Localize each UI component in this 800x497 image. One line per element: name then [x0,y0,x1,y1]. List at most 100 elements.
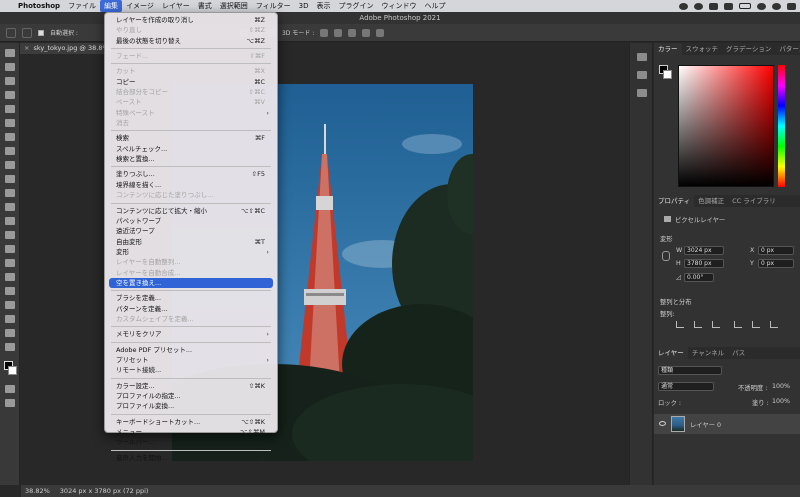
menu-item[interactable]: 検索 ⌘F [105,133,277,143]
blur-tool-icon[interactable] [5,231,15,239]
menubar-item[interactable]: プラグイン [334,0,377,12]
menubar-item[interactable]: ファイル [64,0,100,12]
paragraph-panel-icon[interactable] [637,89,647,97]
menu-item[interactable]: 遠近法ワープ [105,226,277,236]
clone-stamp-tool-icon[interactable] [5,175,15,183]
character-panel-icon[interactable] [637,71,647,79]
panel-tab[interactable]: パターン [775,43,800,55]
scale-3d-icon[interactable] [376,28,385,37]
menu-item[interactable]: スペルチェック... [105,144,277,154]
battery-icon[interactable] [739,3,751,9]
eyedropper-tool-icon[interactable] [5,133,15,141]
color-swatches[interactable] [4,361,17,379]
lasso-tool-icon[interactable] [5,77,15,85]
brush-tool-icon[interactable] [5,161,15,169]
zoom-tool-icon[interactable] [5,329,15,337]
drag-3d-icon[interactable] [348,28,357,37]
align-top-edges-icon[interactable] [734,321,742,328]
menu-item[interactable]: プロファイルの指定... [105,391,277,401]
frame-tool-icon[interactable] [5,119,15,127]
screen-mode-icon[interactable] [5,399,15,407]
menu-item[interactable]: メモリをクリア › [105,329,277,339]
menu-item[interactable]: パターンを定義... [105,304,277,314]
menu-item[interactable]: 自由変形 ⌘T [105,237,277,247]
music-icon[interactable] [724,2,733,10]
panel-tab[interactable]: レイヤー [654,347,688,359]
rectangle-tool-icon[interactable] [5,301,15,309]
object-select-tool-icon[interactable] [5,91,15,99]
panel-tab[interactable]: スウォッチ [682,43,723,55]
pen-tool-icon[interactable] [5,259,15,267]
hand-tool-icon[interactable] [5,315,15,323]
menubar-item[interactable]: イメージ [122,0,158,12]
align-left-edges-icon[interactable] [676,321,684,328]
auto-select-checkbox[interactable] [38,29,44,36]
visibility-eye-icon[interactable] [659,421,666,426]
panel-background-swatch[interactable] [663,70,672,79]
fill-value[interactable]: 100% [772,398,790,405]
menubar-item[interactable]: 3D [295,0,313,12]
menu-item[interactable]: リモート接続... [105,365,277,375]
menu-item[interactable]: ブラシを定義... [105,293,277,303]
menubar-item[interactable]: 選択範囲 [216,0,252,12]
home-icon[interactable] [6,27,16,38]
menu-item[interactable]: コピー ⌘C [105,77,277,87]
menu-item[interactable]: 検索と置換... [105,154,277,164]
menubar-item[interactable]: ウィンドウ [377,0,420,12]
menu-item[interactable]: ツールバー... [105,437,277,447]
color-picker-field[interactable] [678,65,774,187]
control-center-icon[interactable] [787,2,796,10]
menu-item[interactable]: 最後の状態を切り替え ⌥⌘Z [105,36,277,46]
menu-item[interactable]: コンテンツに応じて拡大・縮小 ⌥⇧⌘C [105,206,277,216]
menu-item[interactable]: Adobe PDF プリセット... [105,345,277,355]
document-tab[interactable]: × sky_tokyo.jpg @ 38.8% [20,43,110,54]
menu-item[interactable]: 境界線を描く... [105,180,277,190]
eraser-tool-icon[interactable] [5,203,15,211]
roll-3d-icon[interactable] [334,28,343,37]
menubar-item[interactable]: Photoshop [14,0,64,12]
quick-mask-icon[interactable] [5,385,15,393]
menubar-item[interactable]: ヘルプ [420,0,449,12]
healing-brush-tool-icon[interactable] [5,147,15,155]
panel-tab[interactable]: 色調補正 [694,195,728,207]
menu-item[interactable]: プリセット › [105,355,277,365]
history-brush-tool-icon[interactable] [5,189,15,197]
move-tool-preset-icon[interactable] [22,27,32,38]
layer-row[interactable]: レイヤー 0 [654,414,800,434]
y-field[interactable]: 0 px [758,259,794,268]
layer-name[interactable]: レイヤー 0 [690,420,721,429]
user-icon[interactable] [694,2,703,10]
search-icon[interactable] [772,2,781,10]
keyboard-icon[interactable] [709,2,718,10]
menu-item[interactable]: カラー設定... ⇧⌘K [105,381,277,391]
zoom-level[interactable]: 38.82% [25,485,50,497]
align-bottom-edges-icon[interactable] [770,321,778,328]
blend-mode-select[interactable]: 通常 [658,382,714,391]
type-tool-icon[interactable] [5,273,15,281]
angle-field[interactable]: 0.00° [684,273,714,282]
panel-tab[interactable]: CC ライブラリ [728,195,780,207]
menu-item[interactable]: プロファイル変換... [105,401,277,411]
menu-item[interactable]: メニュー... ⌥⇧⌘M [105,427,277,437]
marquee-tool-icon[interactable] [5,63,15,71]
hue-slider[interactable] [778,65,785,187]
menu-item[interactable]: 音声入力を開始... 🎙 [105,453,277,463]
more-tools-icon[interactable] [5,343,15,351]
history-panel-icon[interactable] [637,53,647,61]
creative-cloud-icon[interactable] [679,2,688,10]
panel-tab[interactable]: パス [728,347,749,359]
menu-item[interactable]: レイヤーを作成の取り消し ⌘Z [105,15,277,25]
menubar-item[interactable]: 書式 [194,0,216,12]
close-tab-icon[interactable]: × [24,44,29,52]
path-select-tool-icon[interactable] [5,287,15,295]
gradient-tool-icon[interactable] [5,217,15,225]
panel-tab[interactable]: チャンネル [688,347,728,359]
align-vertical-centers-icon[interactable] [752,321,760,328]
wifi-icon[interactable] [757,2,766,10]
background-color[interactable] [8,366,17,375]
menubar-item[interactable]: 表示 [312,0,334,12]
align-right-edges-icon[interactable] [712,321,720,328]
menu-item[interactable]: 変形 › [105,247,277,257]
panel-tab[interactable]: グラデーション [722,43,775,55]
menubar-item[interactable]: フィルター [252,0,295,12]
